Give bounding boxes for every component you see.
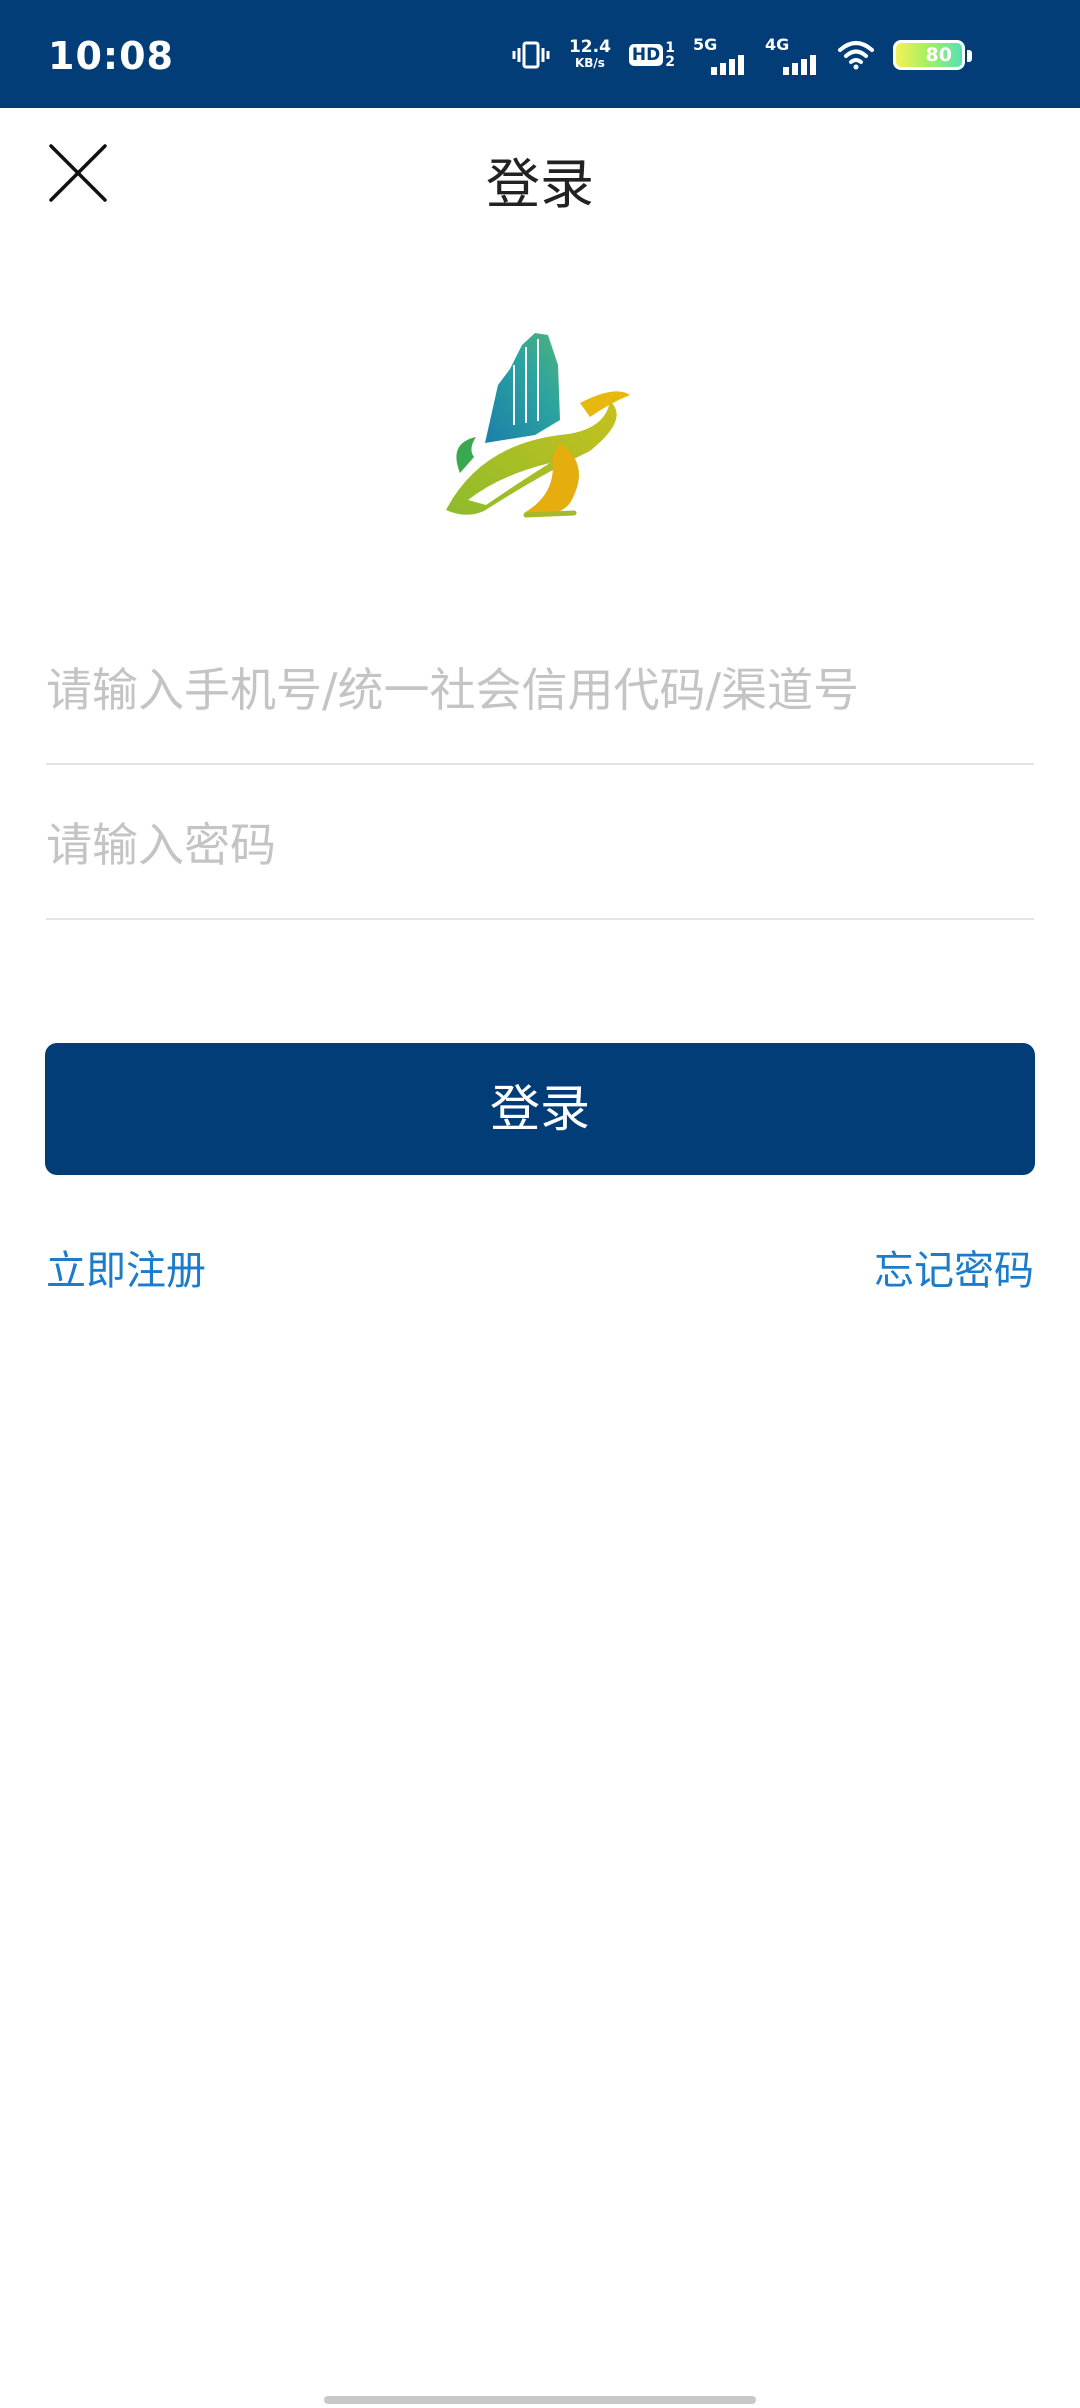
home-indicator[interactable] [324,2396,756,2404]
net-speed: 12.4 KB/s [569,39,611,71]
signal-5g-icon: 5G [693,35,747,75]
account-divider [46,763,1034,765]
signal-4g-label: 4G [765,35,790,54]
status-icons: 12.4 KB/s HD 1 2 5G 4G 80 [511,28,972,82]
status-bar: 10:08 12.4 KB/s HD 1 2 5G 4G 80 [0,0,1080,108]
forgot-password-link[interactable]: 忘记密码 [874,1238,1034,1296]
login-button[interactable]: 登录 [45,1043,1035,1175]
login-screen: 10:08 12.4 KB/s HD 1 2 5G 4G 80 登录 请输入手机… [0,0,1080,2408]
account-input[interactable] [46,635,1034,745]
page-title: 登录 [486,153,594,216]
wifi-icon [838,41,874,70]
signal-4g-icon: 4G [765,35,819,75]
hd-icon: HD 1 2 [628,40,675,70]
status-time: 10:08 [48,34,174,78]
hd-sub: 2 [665,54,675,70]
hd-label: HD [628,44,664,66]
hd-sup: 1 [665,40,675,56]
password-input[interactable] [46,790,1034,900]
battery-level: 80 [925,44,952,66]
register-link[interactable]: 立即注册 [46,1238,206,1296]
net-speed-value: 12.4 [568,37,611,57]
battery-icon: 80 [893,40,972,70]
vibrate-icon [512,41,550,69]
password-divider [46,918,1034,920]
net-speed-unit: KB/s [574,56,605,70]
signal-5g-label: 5G [693,35,718,54]
app-logo-icon [446,333,630,518]
